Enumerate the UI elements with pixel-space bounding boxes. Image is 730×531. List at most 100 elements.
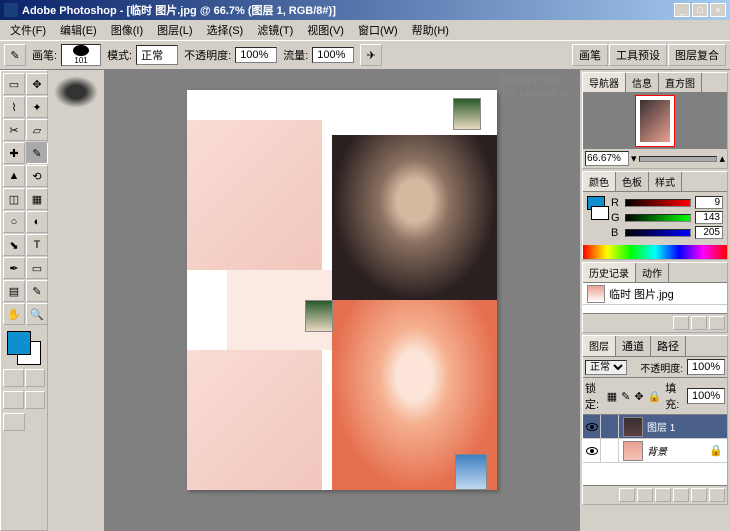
tab-paths[interactable]: 路径	[651, 336, 686, 356]
document-canvas[interactable]	[187, 90, 497, 490]
g-value[interactable]: 143	[695, 211, 723, 224]
dodge-tool[interactable]: ◐	[26, 211, 48, 233]
opacity-input[interactable]: 100%	[235, 47, 277, 63]
zoom-tool[interactable]: 🔍	[26, 303, 48, 325]
tab-history[interactable]: 历史记录	[583, 263, 636, 282]
color-spectrum[interactable]	[583, 245, 727, 259]
navigator-preview[interactable]	[583, 93, 727, 149]
lock-trans-icon[interactable]: ▦	[607, 390, 617, 403]
path-tool[interactable]: ⬊	[3, 234, 25, 256]
adjustment-icon[interactable]	[655, 488, 671, 502]
new-layer-icon[interactable]	[691, 488, 707, 502]
tab-color[interactable]: 颜色	[583, 172, 616, 191]
type-tool[interactable]: T	[26, 234, 48, 256]
blur-tool[interactable]: ○	[3, 211, 25, 233]
r-value[interactable]: 9	[695, 196, 723, 209]
layer-name[interactable]: 图层 1	[647, 419, 727, 434]
tab-histogram[interactable]: 直方图	[659, 73, 702, 92]
b-value[interactable]: 205	[695, 226, 723, 239]
quickmask-mode[interactable]	[25, 369, 46, 387]
menu-help[interactable]: 帮助(H)	[406, 20, 455, 40]
link-toggle[interactable]	[601, 439, 619, 462]
screen-mode-1[interactable]	[3, 391, 24, 409]
tab-navigator[interactable]: 导航器	[583, 73, 626, 92]
trash-icon[interactable]	[709, 316, 725, 330]
blend-mode-select[interactable]: 正常	[136, 45, 178, 65]
zoom-in-icon[interactable]: ▴	[719, 152, 725, 165]
fx-icon[interactable]	[619, 488, 635, 502]
wand-tool[interactable]: ✦	[26, 96, 48, 118]
flow-input[interactable]: 100%	[312, 47, 354, 63]
standard-mode[interactable]	[3, 369, 24, 387]
close-button[interactable]: ×	[710, 3, 726, 17]
tab-layers[interactable]: 图层	[583, 336, 616, 356]
tab-channels[interactable]: 通道	[616, 336, 651, 356]
folder-icon[interactable]	[673, 488, 689, 502]
color-bg[interactable]	[591, 206, 609, 220]
layer-blend-select[interactable]: 正常	[585, 360, 627, 375]
imageready-button[interactable]	[3, 413, 25, 431]
b-slider[interactable]	[625, 229, 691, 237]
history-item[interactable]: 临时 图片.jpg	[583, 283, 727, 305]
lock-pixels-icon[interactable]: ✎	[621, 390, 630, 403]
crop-tool[interactable]: ✂	[3, 119, 25, 141]
menu-edit[interactable]: 编辑(E)	[54, 20, 103, 40]
canvas-area[interactable]: 思缘设计论坛 bbs.bovweb.cn	[104, 70, 580, 531]
menu-file[interactable]: 文件(F)	[4, 20, 52, 40]
maximize-button[interactable]: □	[692, 3, 708, 17]
zoom-out-icon[interactable]: ▾	[631, 152, 637, 165]
minimize-button[interactable]: _	[674, 3, 690, 17]
heal-tool[interactable]: ✚	[3, 142, 25, 164]
menu-filter[interactable]: 滤镜(T)	[251, 20, 299, 40]
tab-info[interactable]: 信息	[626, 73, 659, 92]
pen-tool[interactable]: ✒	[3, 257, 25, 279]
menu-view[interactable]: 视图(V)	[301, 20, 350, 40]
mask-icon[interactable]	[637, 488, 653, 502]
fill-input[interactable]: 100%	[687, 388, 725, 404]
menu-window[interactable]: 窗口(W)	[352, 20, 404, 40]
history-brush-tool[interactable]: ⟲	[26, 165, 48, 187]
tab-actions[interactable]: 动作	[636, 263, 669, 282]
menu-image[interactable]: 图像(I)	[105, 20, 149, 40]
layer-name[interactable]: 背景	[647, 443, 709, 458]
lock-pos-icon[interactable]: ✥	[634, 390, 643, 403]
shape-tool[interactable]: ▭	[26, 257, 48, 279]
marquee-tool[interactable]: ▭	[3, 73, 25, 95]
tab-layercomp[interactable]: 图层复合	[668, 44, 726, 66]
new-snapshot-icon[interactable]	[673, 316, 689, 330]
menu-select[interactable]: 选择(S)	[201, 20, 250, 40]
foreground-color[interactable]	[7, 331, 31, 355]
visibility-toggle[interactable]	[583, 415, 601, 438]
tab-toolpreset[interactable]: 工具预设	[609, 44, 667, 66]
tab-swatches[interactable]: 色板	[616, 172, 649, 191]
hand-tool[interactable]: ✋	[3, 303, 25, 325]
brush-tool[interactable]: ✎	[26, 142, 48, 164]
zoom-input[interactable]	[585, 151, 629, 166]
screen-mode-2[interactable]	[25, 391, 46, 409]
link-toggle[interactable]	[601, 415, 619, 438]
lasso-tool[interactable]: ⌇	[3, 96, 25, 118]
tab-styles[interactable]: 样式	[649, 172, 682, 191]
brush-preset-picker[interactable]: 101	[61, 44, 101, 66]
menu-layer[interactable]: 图层(L)	[151, 20, 198, 40]
layer-item[interactable]: 图层 1	[583, 415, 727, 439]
eyedropper-tool[interactable]: ✎	[26, 280, 48, 302]
g-slider[interactable]	[625, 214, 691, 222]
r-slider[interactable]	[625, 199, 691, 207]
gradient-tool[interactable]: ▦	[26, 188, 48, 210]
trash-icon[interactable]	[709, 488, 725, 502]
tab-brush[interactable]: 画笔	[572, 44, 608, 66]
new-doc-icon[interactable]	[691, 316, 707, 330]
layer-item[interactable]: 背景 🔒	[583, 439, 727, 463]
zoom-slider[interactable]	[639, 156, 718, 162]
stamp-tool[interactable]: ▲	[3, 165, 25, 187]
visibility-toggle[interactable]	[583, 439, 601, 462]
layer-opacity-input[interactable]: 100%	[687, 359, 725, 375]
move-tool[interactable]: ✥	[26, 73, 48, 95]
lock-all-icon[interactable]: 🔒	[648, 390, 662, 403]
color-swatch[interactable]	[1, 327, 47, 367]
airbrush-icon[interactable]: ✈	[360, 44, 382, 66]
notes-tool[interactable]: ▤	[3, 280, 25, 302]
eraser-tool[interactable]: ◫	[3, 188, 25, 210]
slice-tool[interactable]: ▱	[26, 119, 48, 141]
